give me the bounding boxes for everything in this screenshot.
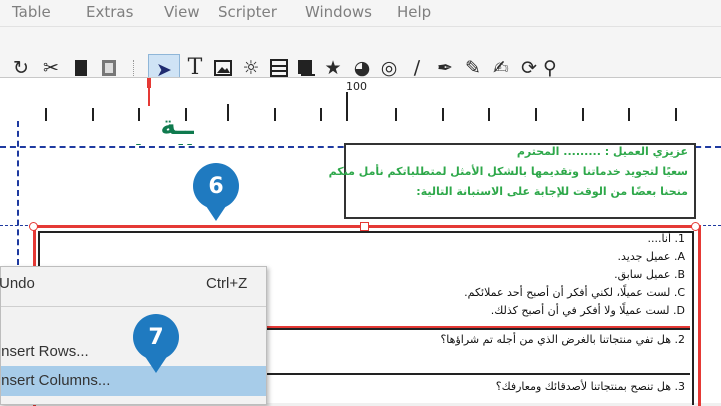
menu-table[interactable]: Table [12,3,51,21]
insert-columns-label: Insert Columns... [0,372,111,389]
answer-d: D. لست عميلًا ولا أفكر في أن أصبح كذلك. [490,304,685,317]
question-2: 2. هل تفي منتجاتنا بالغرض الذي من أجله ت… [440,333,685,346]
selection-handle-tl[interactable] [29,222,38,231]
callout-step-6-pointer [204,203,228,221]
greeting-line1: سعيًا لتجويد خدماتنا وتقديمها بالشكل الأ… [328,165,688,178]
greeting-heading: عزيزي العميل : ......... المحترم [516,145,688,158]
selection-handle-tr[interactable] [691,222,700,231]
logo: ــة المدائن [101,111,194,145]
question-3: 3. هل تنصح بمنتجاتنا لأصدقائك ومعارفك؟ [495,380,685,393]
menu-item-undo[interactable]: Undo Ctrl+Z [0,269,266,299]
undo-label: Undo [0,275,35,292]
toolbar: ↻ ✂ ➤ T ☼ ★ ◕ ◎ ∕ ✒ ✎ ✍ ⟳ ⚲ [0,27,721,86]
callout-step-7: 7 [133,314,179,360]
ruler-marker-line [148,86,150,106]
insert-rows-label: Insert Rows... [0,343,89,360]
menu-separator [1,306,266,307]
menu-help[interactable]: Help [397,3,431,21]
menu-scripter[interactable]: Scripter [218,3,277,21]
greeting-line2: منحنا بعضًا من الوقت للإجابة على الاستبا… [416,185,688,198]
answer-a: A. عميل جديد. [617,250,686,263]
question-1: 1. أنا.... [647,232,685,245]
menu-view[interactable]: View [164,3,200,21]
menu-bar: Table Extras View Scripter Windows Help [0,0,721,27]
answer-c: C. لست عميلًا، لكني أفكر أن أصبح أحد عمل… [464,286,685,299]
answer-b: B. عميل سابق. [614,268,685,281]
ruler-100-label: 100 [346,80,367,93]
undo-shortcut: Ctrl+Z [206,275,248,292]
menu-extras[interactable]: Extras [86,3,133,21]
menu-windows[interactable]: Windows [305,3,372,21]
menu-item-insert-columns[interactable]: Insert Columns... [0,366,266,396]
selection-handle-tm[interactable] [360,222,369,231]
callout-step-7-pointer [144,355,168,373]
menu-item-faded [1,395,266,403]
greeting-frame[interactable]: عزيزي العميل : ......... المحترم سعيًا ل… [328,143,696,219]
